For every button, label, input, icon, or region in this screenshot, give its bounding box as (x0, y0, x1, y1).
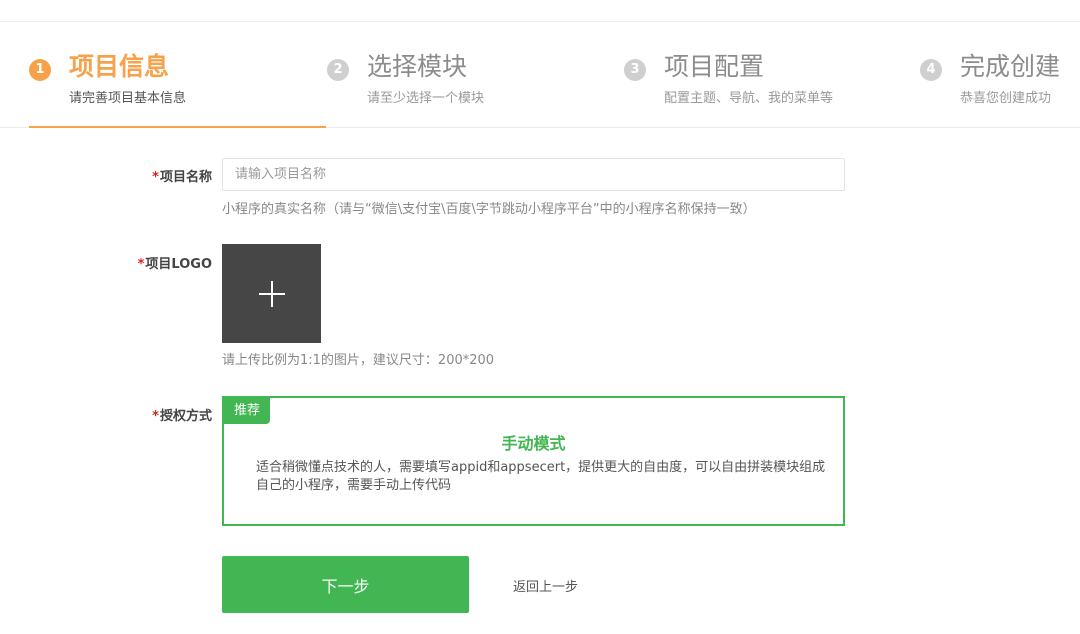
manual-mode-card[interactable]: 推荐 手动模式 适合稍微懂点技术的人，需要填写appid和appsecert，提… (222, 396, 845, 526)
project-logo-label: *项目LOGO (122, 253, 212, 272)
step-subtitle: 请至少选择一个模块 (367, 91, 485, 106)
back-step-link[interactable]: 返回上一步 (513, 576, 578, 595)
step-subtitle: 配置主题、导航、我的菜单等 (664, 91, 834, 106)
auth-mode-description: 适合稍微懂点技术的人，需要填写appid和appsecert，提供更大的自由度，… (256, 460, 826, 493)
required-mark: * (152, 170, 159, 185)
recommend-badge: 推荐 (224, 398, 271, 424)
step-title: 项目配置 (664, 52, 765, 81)
step-subtitle: 恭喜您创建成功 (960, 91, 1052, 106)
logo-upload-button[interactable] (222, 244, 321, 343)
auth-mode-title: 手动模式 (501, 434, 566, 453)
step-number-badge: 4 (920, 59, 942, 81)
step-number-badge: 2 (327, 59, 349, 81)
project-name-input[interactable] (222, 158, 845, 191)
label-text: 授权方式 (159, 409, 212, 424)
step-subtitle: 请完善项目基本信息 (69, 91, 187, 106)
label-text: 项目LOGO (145, 257, 212, 272)
auth-mode-label: *授权方式 (122, 405, 212, 424)
step-title: 项目信息 (69, 52, 170, 81)
step-number-badge: 3 (624, 59, 646, 81)
active-step-indicator (29, 126, 326, 128)
step-title: 完成创建 (960, 52, 1061, 81)
step-title: 选择模块 (367, 52, 468, 81)
label-text: 项目名称 (159, 170, 212, 185)
next-step-button[interactable]: 下一步 (222, 556, 469, 613)
required-mark: * (152, 409, 159, 424)
step-progress: 1 项目信息 请完善项目基本信息 2 选择模块 请至少选择一个模块 3 项目配置… (0, 40, 1080, 128)
logo-upload-hint: 请上传比例为1:1的图片，建议尺寸：200*200 (222, 353, 495, 368)
plus-icon (271, 281, 273, 307)
project-name-label: *项目名称 (122, 166, 212, 185)
project-name-hint: 小程序的真实名称（请与“微信\支付宝\百度\字节跳动小程序平台”中的小程序名称保… (222, 202, 756, 217)
top-divider (0, 21, 1080, 22)
required-mark: * (137, 257, 145, 272)
step-number-badge: 1 (29, 59, 51, 81)
